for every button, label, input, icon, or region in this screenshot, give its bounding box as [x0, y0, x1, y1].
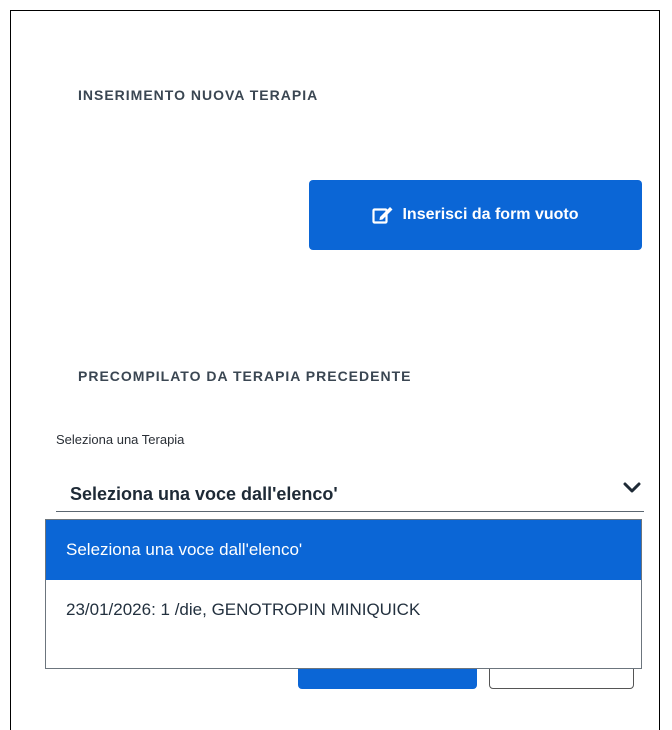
therapy-select[interactable]: Seleziona una voce dall'elenco'	[56, 471, 644, 512]
chevron-down-icon	[622, 481, 642, 500]
section-title-new-therapy: INSERIMENTO NUOVA TERAPIA	[78, 87, 319, 103]
edit-icon	[372, 205, 394, 225]
therapy-dropdown-list: Seleziona una voce dall'elenco' 23/01/20…	[45, 519, 642, 669]
section-title-previous-therapy: PRECOMPILATO DA TERAPIA PRECEDENTE	[78, 368, 412, 384]
therapy-option-genotropin[interactable]: 23/01/2026: 1 /die, GENOTROPIN MINIQUICK	[46, 580, 641, 640]
therapy-select-label: Seleziona una Terapia	[56, 432, 185, 447]
therapy-select-value: Seleziona una voce dall'elenco'	[70, 484, 338, 504]
insert-empty-form-button[interactable]: Inserisci da form vuoto	[309, 180, 642, 250]
therapy-panel: INSERIMENTO NUOVA TERAPIA Inserisci da f…	[10, 10, 660, 730]
therapy-option-placeholder[interactable]: Seleziona una voce dall'elenco'	[46, 520, 641, 580]
insert-empty-form-label: Inserisci da form vuoto	[402, 206, 579, 223]
